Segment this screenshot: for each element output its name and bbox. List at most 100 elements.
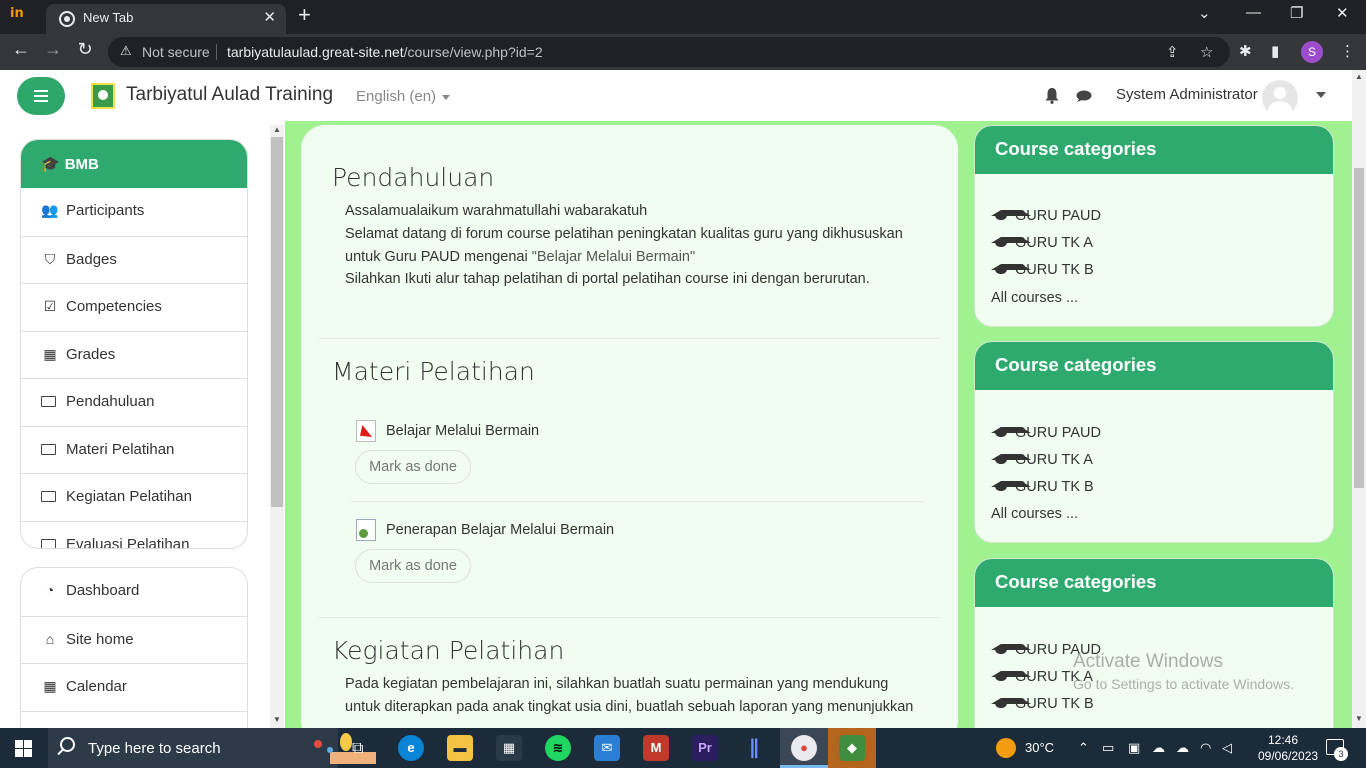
- user-menu-caret-icon[interactable]: [1316, 92, 1326, 98]
- category-link[interactable]: GURU TK A: [991, 452, 1093, 468]
- nav-item-kegiatan-pelatihan[interactable]: Kegiatan Pelatihan: [21, 473, 247, 521]
- activity-name: Penerapan Belajar Melalui Bermain: [386, 521, 615, 538]
- search-highlight-icon: [314, 733, 376, 764]
- nav-item-dashboard[interactable]: ◔ Dashboard: [21, 568, 247, 616]
- browser-tab[interactable]: New Tab ✕: [46, 4, 286, 34]
- taskbar-search[interactable]: Type here to search: [48, 728, 376, 768]
- premiere-pro-icon[interactable]: Pr: [692, 735, 718, 761]
- nav-item-participants[interactable]: 👥 Participants: [21, 188, 247, 236]
- page-scrollbar[interactable]: ▲ ▼: [1352, 70, 1366, 728]
- side-panel-icon[interactable]: ▮: [1271, 42, 1279, 60]
- nav-item-site-home[interactable]: ⌂ Site home: [21, 615, 247, 664]
- chrome-icon: [59, 11, 75, 27]
- section-title-kegiatan-pelatihan[interactable]: Kegiatan Pelatihan: [332, 636, 564, 665]
- spotify-icon[interactable]: ≋: [545, 735, 571, 761]
- category-link[interactable]: GURU TK A: [991, 235, 1093, 251]
- meet-now-icon[interactable]: ▣: [1128, 740, 1140, 756]
- weather-icon[interactable]: [996, 738, 1016, 758]
- forward-button[interactable]: →: [40, 39, 66, 60]
- new-tab-button[interactable]: +: [298, 2, 311, 28]
- activity-penerapan-belajar[interactable]: Penerapan Belajar Melalui Bermain: [356, 519, 614, 541]
- share-icon[interactable]: ⇪: [1166, 43, 1179, 61]
- activity-belajar-melalui-bermain[interactable]: Belajar Melalui Bermain: [356, 420, 539, 442]
- all-courses-link[interactable]: All courses ...: [991, 506, 1078, 522]
- mark-as-done-button[interactable]: Mark as done: [355, 549, 471, 583]
- windows-taskbar: Type here to search ⧉ e ▬ ▦ ≋ ✉ M Pr ∥ ●…: [0, 728, 1366, 768]
- nav-item-grades[interactable]: ▦ Grades: [21, 330, 247, 379]
- nav-item-materi-pelatihan[interactable]: Materi Pelatihan: [21, 425, 247, 474]
- file-explorer-icon[interactable]: ▬: [447, 735, 473, 761]
- summary-line: Selamat datang di forum course pelatihan…: [345, 225, 903, 242]
- drawer-toggle-button[interactable]: [17, 77, 65, 115]
- scrollbar-thumb[interactable]: [1354, 168, 1364, 488]
- scroll-up-arrow-icon[interactable]: ▲: [1355, 72, 1363, 81]
- scroll-down-arrow-icon[interactable]: ▼: [1355, 714, 1363, 723]
- mail-icon[interactable]: ✉: [594, 735, 620, 761]
- user-avatar[interactable]: [1262, 80, 1298, 116]
- search-placeholder: Type here to search: [88, 740, 221, 757]
- all-courses-link[interactable]: All courses ...: [991, 290, 1078, 306]
- url-text[interactable]: tarbiyatulaulad.great-site.net/course/vi…: [227, 44, 543, 60]
- drawer-scrollbar[interactable]: ▲ ▼: [270, 125, 284, 728]
- bookmark-star-icon[interactable]: ☆: [1200, 43, 1213, 61]
- close-window-button[interactable]: ✕: [1336, 4, 1349, 22]
- nav-item-badges[interactable]: ⛉ Badges: [21, 235, 247, 284]
- temperature[interactable]: 30°C: [1025, 740, 1054, 755]
- gem-app-icon[interactable]: ◆: [839, 735, 865, 761]
- nav-item-evaluasi-pelatihan[interactable]: Evaluasi Pelatihan: [21, 520, 247, 548]
- edge-icon[interactable]: e: [398, 735, 424, 761]
- wifi-icon[interactable]: ◠: [1200, 740, 1211, 756]
- windows-start-icon[interactable]: [15, 740, 32, 757]
- url-icon: [356, 519, 376, 541]
- scroll-down-arrow-icon[interactable]: ▼: [273, 715, 281, 724]
- mark-as-done-button[interactable]: Mark as done: [355, 450, 471, 484]
- category-link[interactable]: GURU PAUD: [991, 425, 1101, 441]
- bell-icon[interactable]: [1044, 87, 1060, 104]
- nav-item-pendahuluan[interactable]: Pendahuluan: [21, 378, 247, 426]
- restore-button[interactable]: ❐: [1290, 4, 1303, 22]
- back-button[interactable]: ←: [8, 39, 34, 60]
- extensions-icon[interactable]: ✱: [1239, 42, 1252, 60]
- chrome-menu-icon[interactable]: ⋮: [1340, 42, 1355, 60]
- site-logo[interactable]: [91, 83, 115, 109]
- tab-search-icon[interactable]: ⌄: [1198, 4, 1211, 22]
- activate-windows-title: Activate Windows: [1073, 651, 1223, 672]
- category-link[interactable]: GURU TK B: [991, 479, 1094, 495]
- address-bar[interactable]: ⚠ Not secure tarbiyatulaulad.great-site.…: [108, 37, 1230, 67]
- section-title-materi-pelatihan[interactable]: Materi Pelatihan: [332, 357, 535, 386]
- reload-button[interactable]: ↻: [72, 39, 98, 60]
- language-menu[interactable]: English (en): [356, 88, 451, 105]
- category-link[interactable]: GURU TK B: [991, 262, 1094, 278]
- tab-close-icon[interactable]: ✕: [263, 8, 276, 26]
- activate-windows-subtitle: Go to Settings to activate Windows.: [1073, 676, 1294, 692]
- not-secure-label[interactable]: Not secure: [142, 44, 210, 60]
- nav-item-competencies[interactable]: ☑ Competencies: [21, 283, 247, 331]
- volume-icon[interactable]: ◁: [1222, 740, 1232, 756]
- scroll-up-arrow-icon[interactable]: ▲: [273, 125, 281, 134]
- profile-avatar[interactable]: S: [1301, 41, 1323, 63]
- store-icon[interactable]: ▦: [496, 735, 522, 761]
- tray-expand-icon[interactable]: ⌃: [1078, 740, 1089, 756]
- system-clock[interactable]: 12:46 09/06/2023: [1258, 732, 1318, 764]
- nav-item-more[interactable]: [21, 710, 247, 729]
- course-nav-header[interactable]: 🎓 BMB: [21, 140, 247, 188]
- pinned-tab[interactable]: in: [10, 6, 46, 28]
- clock-time: 12:46: [1267, 733, 1299, 747]
- battery-icon[interactable]: ▭: [1102, 740, 1114, 756]
- site-name[interactable]: Tarbiyatul Aulad Training: [126, 84, 333, 106]
- pen-app-icon[interactable]: ∥: [741, 735, 767, 761]
- user-name[interactable]: System Administrator: [1116, 86, 1258, 103]
- chrome-taskbar-icon[interactable]: ●: [791, 735, 817, 761]
- mendeley-icon[interactable]: M: [643, 735, 669, 761]
- task-view-icon[interactable]: ⧉: [352, 740, 363, 758]
- nav-item-calendar[interactable]: ▦ Calendar: [21, 663, 247, 711]
- minimize-button[interactable]: —: [1246, 4, 1261, 21]
- category-link[interactable]: GURU TK B: [991, 696, 1094, 712]
- category-link[interactable]: GURU PAUD: [991, 208, 1101, 224]
- onedrive-icon[interactable]: ☁: [1152, 740, 1165, 756]
- scrollbar-thumb[interactable]: [271, 137, 283, 507]
- warning-icon[interactable]: ⚠: [120, 43, 132, 59]
- chat-icon[interactable]: [1076, 90, 1092, 102]
- section-title-pendahuluan[interactable]: Pendahuluan: [332, 163, 494, 192]
- onedrive-sync-icon[interactable]: ☁: [1176, 740, 1189, 756]
